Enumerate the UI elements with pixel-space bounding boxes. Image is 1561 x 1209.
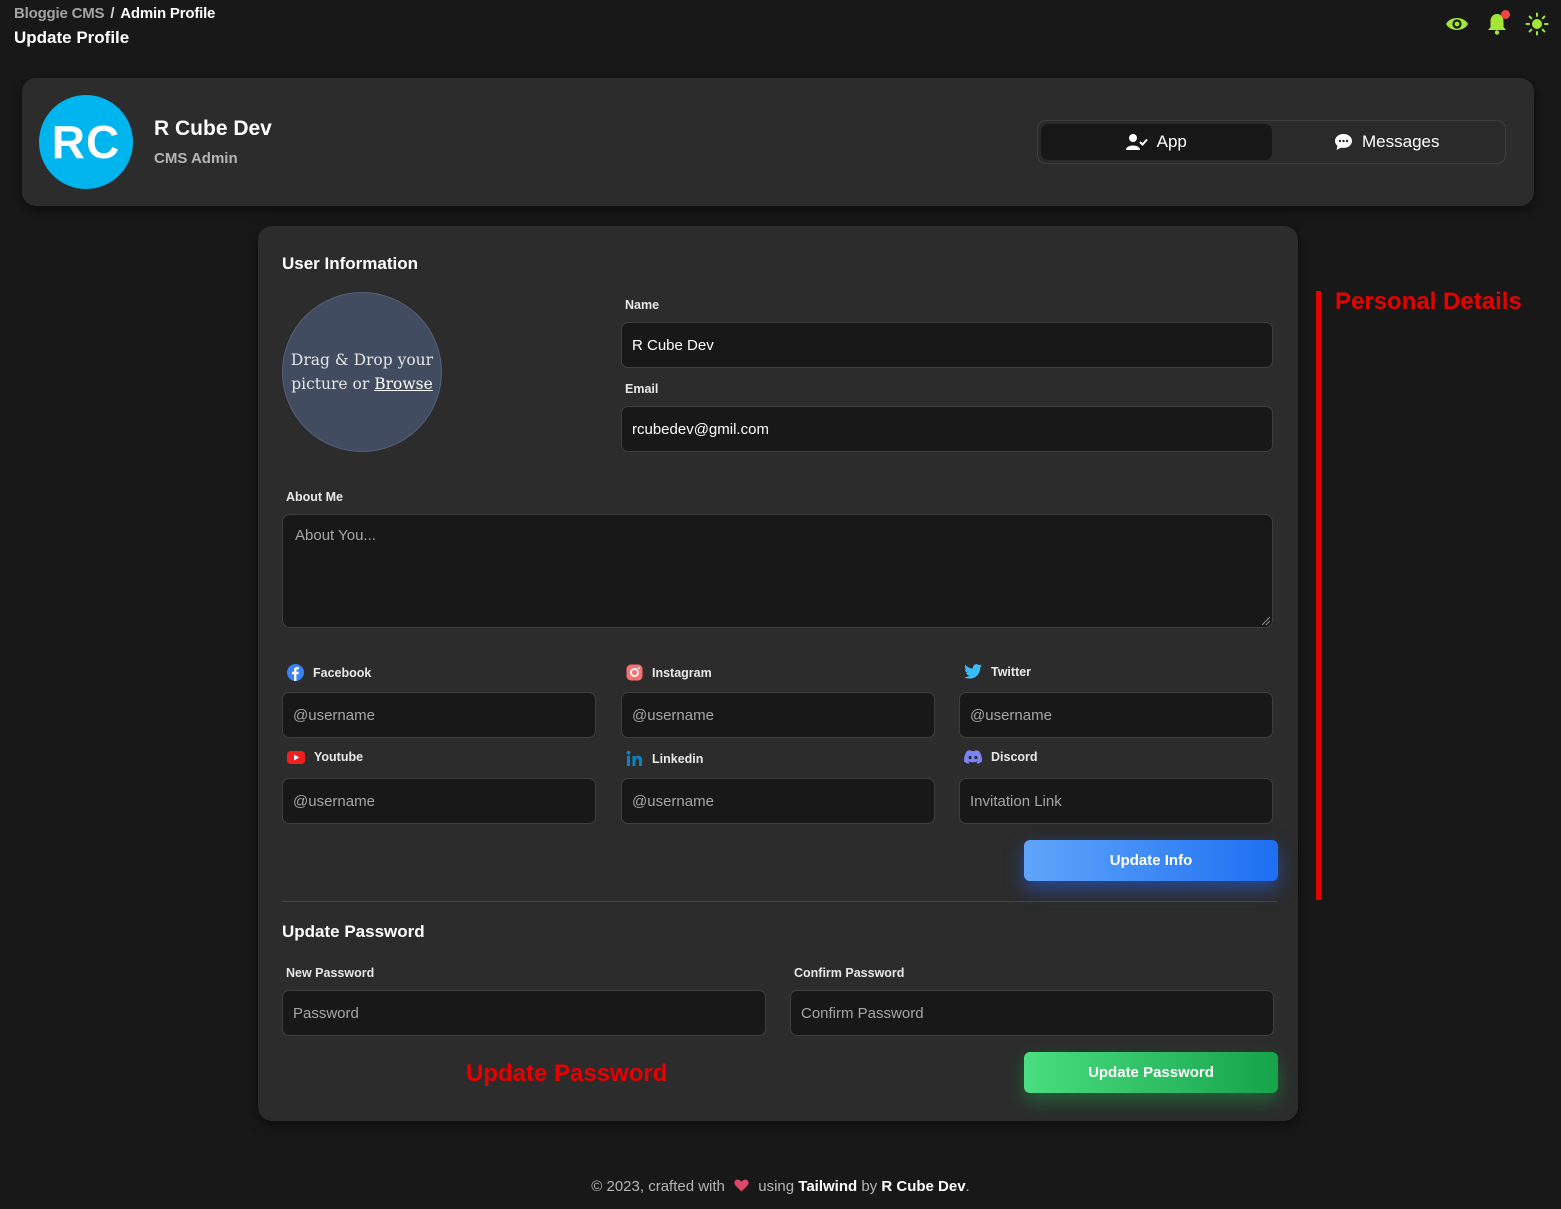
profile-role: CMS Admin xyxy=(154,150,238,167)
linkedin-label-text: Linkedin xyxy=(652,751,704,766)
twitter-input[interactable]: @username xyxy=(959,692,1273,738)
footer-author-link[interactable]: R Cube Dev xyxy=(881,1178,965,1195)
tab-messages-label: Messages xyxy=(1362,132,1440,151)
email-field[interactable]: rcubedev@gmil.com xyxy=(621,406,1273,452)
bell-icon[interactable] xyxy=(1485,10,1510,36)
facebook-label-text: Facebook xyxy=(313,665,372,680)
new-password-label: New Password xyxy=(286,966,375,980)
facebook-label: Facebook xyxy=(287,664,371,681)
discord-input[interactable]: Invitation Link xyxy=(959,778,1273,824)
profile-tabs: App Messages xyxy=(1037,120,1506,164)
section-divider xyxy=(282,901,1277,902)
youtube-input[interactable]: @username xyxy=(282,778,596,824)
resize-handle[interactable] xyxy=(1262,617,1270,625)
youtube-label: Youtube xyxy=(287,750,363,764)
tab-app-label: App xyxy=(1156,132,1187,151)
footer-suffix: . xyxy=(965,1178,970,1195)
notification-dot xyxy=(1501,10,1510,19)
twitter-label-text: Twitter xyxy=(991,664,1032,679)
confirm-password-label: Confirm Password xyxy=(794,966,905,980)
new-password-input[interactable]: Password xyxy=(282,990,766,1036)
facebook-icon xyxy=(287,664,304,681)
annotation-update-password: Update Password xyxy=(466,1060,668,1087)
annotation-bracket-line xyxy=(1316,291,1321,900)
page-title: Update Profile xyxy=(14,28,130,47)
instagram-icon xyxy=(626,664,643,681)
footer-prefix: © 2023, crafted with xyxy=(591,1178,725,1195)
browse-link[interactable]: Browse xyxy=(374,375,433,393)
discord-icon xyxy=(964,750,982,764)
linkedin-label: Linkedin xyxy=(626,750,703,767)
about-me-placeholder: About You... xyxy=(295,527,376,544)
twitter-icon xyxy=(964,664,982,679)
facebook-input[interactable]: @username xyxy=(282,692,596,738)
profile-form-card: User Information Drag & Drop your pictur… xyxy=(258,226,1298,1121)
sun-icon[interactable] xyxy=(1525,12,1549,36)
heart-icon xyxy=(734,1179,749,1192)
breadcrumb-root[interactable]: Bloggie CMS xyxy=(14,5,105,22)
tab-app[interactable]: App xyxy=(1041,124,1272,160)
youtube-icon xyxy=(287,750,305,764)
about-me-textarea[interactable]: About You... xyxy=(282,514,1273,628)
eye-icon[interactable] xyxy=(1445,12,1469,36)
topbar: Bloggie CMS / Admin Profile Update Profile xyxy=(14,5,215,48)
linkedin-icon xyxy=(626,750,642,766)
footer: © 2023, crafted with using Tailwind by R… xyxy=(0,1178,1561,1195)
annotation-personal-details: Personal Details xyxy=(1335,288,1522,315)
twitter-label: Twitter xyxy=(964,664,1031,679)
footer-by: by xyxy=(861,1178,878,1195)
user-information-title: User Information xyxy=(282,254,419,273)
update-password-button[interactable]: Update Password xyxy=(1024,1052,1278,1093)
update-info-button[interactable]: Update Info xyxy=(1024,840,1278,881)
profile-header-card: RC R Cube Dev CMS Admin App Messages xyxy=(22,78,1534,206)
instagram-input[interactable]: @username xyxy=(621,692,935,738)
tab-messages[interactable]: Messages xyxy=(1272,124,1503,160)
discord-label-text: Discord xyxy=(991,750,1038,764)
picture-dropzone[interactable]: Drag & Drop your picture or Browse xyxy=(282,292,442,452)
avatar: RC xyxy=(39,95,133,189)
instagram-label: Instagram xyxy=(626,664,712,681)
youtube-label-text: Youtube xyxy=(314,750,364,764)
breadcrumb-separator: / xyxy=(110,5,115,22)
about-me-label: About Me xyxy=(286,490,343,504)
email-label: Email xyxy=(625,382,659,396)
linkedin-input[interactable]: @username xyxy=(621,778,935,824)
breadcrumb: Bloggie CMS / Admin Profile xyxy=(14,5,215,22)
discord-label: Discord xyxy=(964,750,1038,764)
footer-tech-link[interactable]: Tailwind xyxy=(798,1178,857,1195)
name-field[interactable]: R Cube Dev xyxy=(621,322,1273,368)
breadcrumb-current: Admin Profile xyxy=(120,5,216,22)
update-password-title: Update Password xyxy=(282,922,425,941)
name-label: Name xyxy=(625,298,660,312)
profile-name: R Cube Dev xyxy=(154,117,272,140)
confirm-password-input[interactable]: Confirm Password xyxy=(790,990,1274,1036)
chat-bubble-icon xyxy=(1335,134,1352,150)
footer-middle: using xyxy=(758,1178,795,1195)
instagram-label-text: Instagram xyxy=(652,665,712,680)
top-icons xyxy=(1445,10,1549,36)
user-check-icon xyxy=(1125,134,1148,150)
